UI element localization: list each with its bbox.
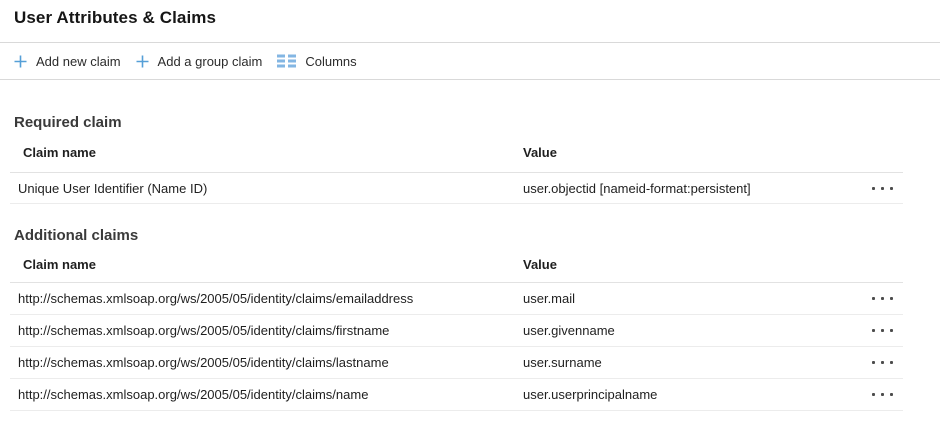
- row-context-menu-button[interactable]: [872, 357, 893, 368]
- page-title: User Attributes & Claims: [14, 8, 940, 28]
- page-header: User Attributes & Claims: [0, 0, 940, 43]
- additional-claims-heading: Additional claims: [14, 226, 940, 246]
- add-group-claim-label: Add a group claim: [158, 54, 263, 69]
- claim-name-cell: Unique User Identifier (Name ID): [10, 181, 523, 196]
- table-row-emailaddress[interactable]: http://schemas.xmlsoap.org/ws/2005/05/id…: [10, 283, 903, 315]
- claim-value-cell: user.objectid [nameid-format:persistent]: [523, 181, 859, 196]
- claim-name-cell: http://schemas.xmlsoap.org/ws/2005/05/id…: [10, 323, 523, 338]
- add-group-claim-button[interactable]: Add a group claim: [136, 54, 263, 69]
- row-context-menu-button[interactable]: [872, 183, 893, 194]
- ellipsis-icon: [872, 187, 875, 190]
- row-context-menu-button[interactable]: [872, 389, 893, 400]
- row-context-menu-button[interactable]: [872, 293, 893, 304]
- columns-label: Columns: [305, 54, 356, 69]
- required-claim-table: Claim name Value Unique User Identifier …: [10, 133, 903, 204]
- table-row-lastname[interactable]: http://schemas.xmlsoap.org/ws/2005/05/id…: [10, 347, 903, 379]
- additional-claims-table: Claim name Value http://schemas.xmlsoap.…: [10, 246, 903, 411]
- ellipsis-icon: [872, 393, 875, 396]
- columns-icon: [277, 54, 296, 68]
- plus-icon: [14, 55, 27, 68]
- claim-name-cell: http://schemas.xmlsoap.org/ws/2005/05/id…: [10, 355, 523, 370]
- table-header-row: Claim name Value: [10, 133, 903, 173]
- claim-name-column-header: Claim name: [10, 257, 523, 272]
- required-claim-heading: Required claim: [14, 113, 940, 133]
- claims-toolbar: Add new claim Add a group claim Columns: [0, 43, 940, 80]
- claim-value-cell: user.userprincipalname: [523, 387, 859, 402]
- value-column-header: Value: [523, 145, 859, 160]
- table-row-firstname[interactable]: http://schemas.xmlsoap.org/ws/2005/05/id…: [10, 315, 903, 347]
- plus-icon: [136, 55, 149, 68]
- claim-name-column-header: Claim name: [10, 145, 523, 160]
- ellipsis-icon: [872, 329, 875, 332]
- claim-name-cell: http://schemas.xmlsoap.org/ws/2005/05/id…: [10, 387, 523, 402]
- ellipsis-icon: [872, 361, 875, 364]
- claim-value-cell: user.givenname: [523, 323, 859, 338]
- value-column-header: Value: [523, 257, 859, 272]
- row-context-menu-button[interactable]: [872, 325, 893, 336]
- table-row-name[interactable]: http://schemas.xmlsoap.org/ws/2005/05/id…: [10, 379, 903, 411]
- add-new-claim-label: Add new claim: [36, 54, 121, 69]
- columns-button[interactable]: Columns: [277, 54, 356, 69]
- claim-name-cell: http://schemas.xmlsoap.org/ws/2005/05/id…: [10, 291, 523, 306]
- add-new-claim-button[interactable]: Add new claim: [14, 54, 121, 69]
- table-row-nameid[interactable]: Unique User Identifier (Name ID) user.ob…: [10, 173, 903, 204]
- claim-value-cell: user.surname: [523, 355, 859, 370]
- claim-value-cell: user.mail: [523, 291, 859, 306]
- table-header-row: Claim name Value: [10, 246, 903, 283]
- ellipsis-icon: [872, 297, 875, 300]
